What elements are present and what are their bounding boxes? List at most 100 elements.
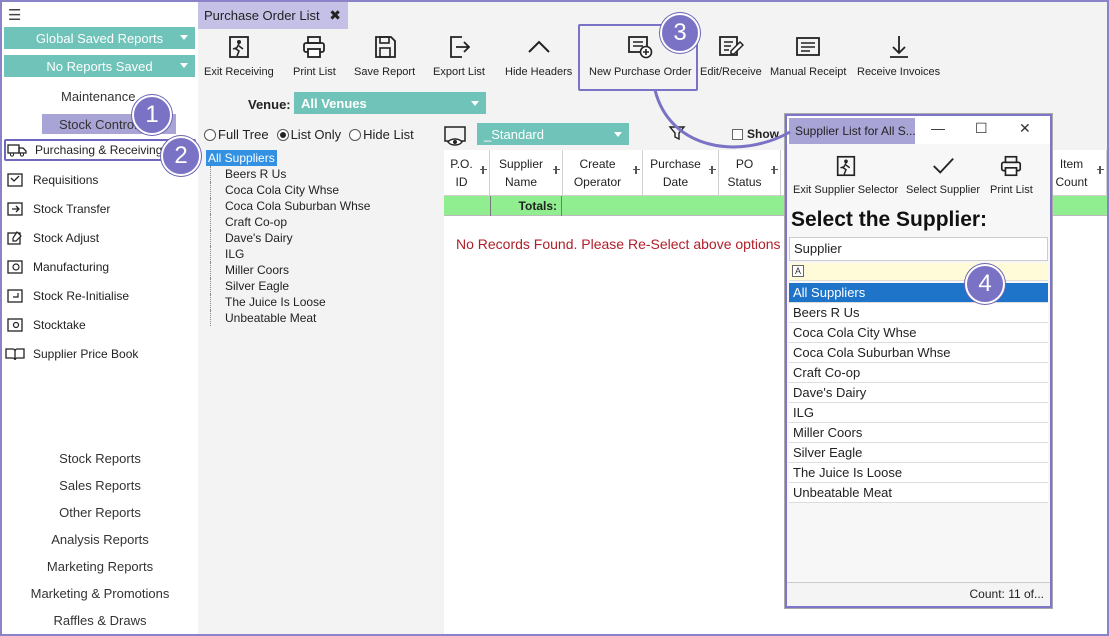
stock-reports-link[interactable]: Stock Reports — [2, 451, 198, 466]
sidebar-item-manufacturing[interactable]: Manufacturing — [4, 256, 196, 278]
list-item[interactable]: Coca Cola City Whse — [789, 323, 1048, 343]
eye-icon[interactable] — [444, 126, 468, 151]
exit-runner-icon — [228, 36, 249, 58]
tree-item[interactable]: Miller Coors — [210, 262, 436, 278]
pin-icon[interactable] — [1097, 166, 1104, 175]
list-item[interactable]: Coca Cola Suburban Whse — [789, 343, 1048, 363]
list-item[interactable]: Unbeatable Meat — [789, 483, 1048, 503]
tab-purchase-order-list[interactable]: Purchase Order List ✖ — [198, 2, 348, 29]
list-item[interactable]: All Suppliers — [789, 283, 1048, 303]
sidebar-item-label: Purchasing & Receiving — [35, 143, 163, 157]
raffles-draws-link[interactable]: Raffles & Draws — [2, 613, 198, 628]
venue-label: Venue: — [248, 97, 291, 112]
global-saved-reports-label: Global Saved Reports — [35, 30, 164, 46]
toolbar-label: Hide Headers — [505, 66, 573, 78]
exit-receiving-button[interactable]: Exit Receiving — [204, 34, 274, 86]
maximize-icon[interactable]: ☐ — [975, 120, 988, 137]
full-tree-radio[interactable]: Full Tree — [204, 127, 269, 142]
list-item[interactable]: Craft Co-op — [789, 363, 1048, 383]
sidebar-item-label: Requisitions — [33, 173, 99, 187]
receipt-icon — [796, 37, 821, 56]
tree-item[interactable]: Silver Eagle — [210, 278, 436, 294]
hamburger-menu-icon[interactable]: ☰ — [8, 6, 21, 24]
venue-select[interactable]: All Venues — [294, 92, 486, 114]
pin-icon[interactable] — [553, 166, 560, 175]
column-header[interactable]: Purchase Date — [643, 150, 719, 196]
hide-list-radio[interactable]: Hide List — [349, 127, 414, 142]
popup-tool-label: Exit Supplier Selector — [793, 184, 899, 196]
edit-receive-button[interactable]: Edit/Receive — [700, 34, 762, 86]
filter-icon[interactable] — [668, 124, 686, 145]
column-header[interactable]: Item Count — [1047, 150, 1107, 196]
download-icon — [889, 36, 908, 58]
sales-reports-link[interactable]: Sales Reports — [2, 478, 198, 493]
edit-icon — [718, 36, 744, 56]
list-item[interactable]: The Juice Is Loose — [789, 463, 1048, 483]
pin-icon[interactable] — [480, 166, 487, 175]
tree-item[interactable]: Coca Cola Suburban Whse — [210, 198, 436, 214]
select-supplier-button[interactable]: Select Supplier — [906, 154, 980, 196]
no-reports-saved-dropdown[interactable]: No Reports Saved — [4, 55, 195, 77]
sidebar-item-requisitions[interactable]: Requisitions — [4, 169, 196, 191]
book-icon — [5, 346, 25, 362]
supplier-column-header[interactable]: Supplier — [789, 237, 1048, 261]
list-item[interactable]: Miller Coors — [789, 423, 1048, 443]
close-icon[interactable]: ✖ — [329, 7, 341, 24]
marketing-promotions-link[interactable]: Marketing & Promotions — [2, 586, 198, 601]
exit-supplier-selector-button[interactable]: Exit Supplier Selector — [793, 154, 898, 196]
manual-receipt-button[interactable]: Manual Receipt — [770, 34, 846, 86]
sidebar-item-label: Stock Adjust — [33, 231, 100, 245]
column-header[interactable]: Create Operator — [563, 150, 643, 196]
hide-headers-button[interactable]: Hide Headers — [505, 34, 572, 86]
receive-invoices-button[interactable]: Receive Invoices — [857, 34, 940, 86]
close-icon[interactable]: ✕ — [1019, 120, 1031, 137]
tree-item[interactable]: Unbeatable Meat — [210, 310, 436, 326]
pin-icon[interactable] — [709, 166, 716, 175]
list-item[interactable]: Dave's Dairy — [789, 383, 1048, 403]
list-only-radio[interactable]: List Only — [276, 127, 341, 142]
filter-a-icon: A — [792, 265, 804, 277]
sidebar-item-stocktake[interactable]: Stocktake — [4, 314, 196, 336]
list-item[interactable]: ILG — [789, 403, 1048, 423]
marketing-reports-link[interactable]: Marketing Reports — [2, 559, 198, 574]
tree-item[interactable]: Dave's Dairy — [210, 230, 436, 246]
column-header[interactable]: PO Status — [719, 150, 781, 196]
column-label: PO Status — [727, 156, 762, 189]
popup-title: Supplier List for All S... — [789, 118, 915, 144]
sidebar-item-stock-reinitialise[interactable]: Stock Re-Initialise — [4, 285, 196, 307]
sidebar: ☰ Global Saved Reports No Reports Saved … — [2, 2, 198, 634]
sidebar-item-label: Stock Re-Initialise — [33, 289, 130, 303]
filter-row[interactable]: A — [789, 263, 1048, 281]
popup-tool-label: Select Supplier — [906, 184, 980, 196]
list-item[interactable]: Beers R Us — [789, 303, 1048, 323]
tree-item[interactable]: ILG — [210, 246, 436, 262]
other-reports-link[interactable]: Other Reports — [2, 505, 198, 520]
save-report-button[interactable]: Save Report — [354, 34, 415, 86]
pin-icon[interactable] — [633, 166, 640, 175]
callout-badge-3: 3 — [660, 13, 700, 53]
print-list-button[interactable]: Print List — [293, 34, 336, 86]
pin-icon[interactable] — [771, 166, 778, 175]
tree-item[interactable]: Craft Co-op — [210, 214, 436, 230]
sidebar-item-stock-transfer[interactable]: Stock Transfer — [4, 198, 196, 220]
adjust-icon — [5, 230, 25, 246]
show-checkbox[interactable]: Show — [732, 127, 779, 141]
tree-item[interactable]: Coca Cola City Whse — [210, 182, 436, 198]
list-item[interactable]: Silver Eagle — [789, 443, 1048, 463]
totals-label: Totals: — [490, 196, 562, 216]
sidebar-item-supplier-price-book[interactable]: Supplier Price Book — [4, 343, 196, 365]
analysis-reports-link[interactable]: Analysis Reports — [2, 532, 198, 547]
column-header[interactable]: Supplier Name — [490, 150, 563, 196]
layout-select[interactable]: _Standard — [477, 123, 629, 145]
sidebar-item-stock-adjust[interactable]: Stock Adjust — [4, 227, 196, 249]
maintenance-link[interactable]: Maintenance — [61, 89, 135, 104]
tree-item[interactable]: Beers R Us — [210, 166, 436, 182]
popup-print-list-button[interactable]: Print List — [990, 154, 1033, 196]
toolbar-label: Print List — [293, 66, 336, 78]
minimize-icon[interactable]: — — [931, 120, 945, 136]
export-list-button[interactable]: Export List — [433, 34, 485, 86]
global-saved-reports-dropdown[interactable]: Global Saved Reports — [4, 27, 195, 49]
tree-item[interactable]: The Juice Is Loose — [210, 294, 436, 310]
column-header[interactable]: P.O. ID — [444, 150, 490, 196]
tree-item[interactable]: All Suppliers — [206, 150, 277, 166]
